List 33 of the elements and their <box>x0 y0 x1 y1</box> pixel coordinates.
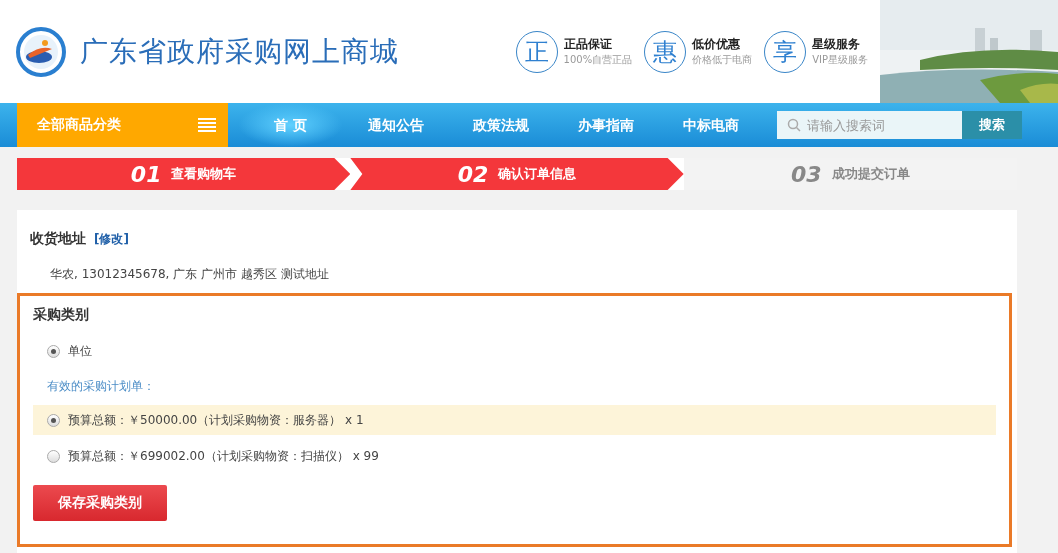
menu-icon <box>198 118 216 132</box>
search-icon <box>787 118 801 132</box>
nav-tab[interactable]: 政策法规 <box>448 103 553 147</box>
section-title: 收货地址 <box>30 230 86 246</box>
radio-button[interactable] <box>47 449 60 463</box>
feature-subtitle: VIP星级服务 <box>812 53 868 67</box>
feature-subtitle: 价格低于电商 <box>692 53 753 67</box>
step: 02 确认订单信息 <box>350 158 684 190</box>
step: 01 查看购物车 <box>17 158 351 190</box>
feature-title: 低价优惠 <box>692 36 742 53</box>
edit-link[interactable]: [修改] <box>94 232 129 246</box>
feature-subtitle: 100%自营正品 <box>563 53 633 67</box>
nav-tab[interactable]: 办事指南 <box>553 103 658 147</box>
feature-title: 正品保证 <box>563 36 613 53</box>
search-field[interactable]: 请输入搜索词 <box>777 111 962 139</box>
step: 03 成功提交订单 <box>683 158 1017 190</box>
section-title: 采购类别 <box>33 306 90 324</box>
option-label: 预算总额：￥699002.00（计划采购物资：扫描仪） x 99 <box>68 447 379 465</box>
radio-button[interactable] <box>47 344 60 358</box>
address-text: 华农, 13012345678, 广东 广州市 越秀区 测试地址 <box>50 266 330 283</box>
nav-tab[interactable]: 通知公告 <box>343 103 448 147</box>
radio-button[interactable] <box>47 413 60 427</box>
site-title: 广东省政府采购网上商城 <box>80 33 399 70</box>
feature-title: 星级服务 <box>812 36 862 53</box>
plans-label: 有效的采购计划单： <box>47 378 156 395</box>
category-menu-button[interactable]: 全部商品分类 <box>17 103 228 147</box>
nav-tab[interactable]: 中标电商 <box>658 103 763 147</box>
search-button[interactable]: 搜索 <box>962 111 1022 139</box>
selected-plan-row[interactable]: 预算总额：￥50000.00（计划采购物资：服务器） x 1 <box>33 405 996 435</box>
logo-icon <box>16 26 66 77</box>
option-label: 单位 <box>68 342 92 360</box>
option-label: 预算总额：￥50000.00（计划采购物资：服务器） x 1 <box>68 411 364 429</box>
save-button[interactable]: 保存采购类别 <box>33 485 167 521</box>
